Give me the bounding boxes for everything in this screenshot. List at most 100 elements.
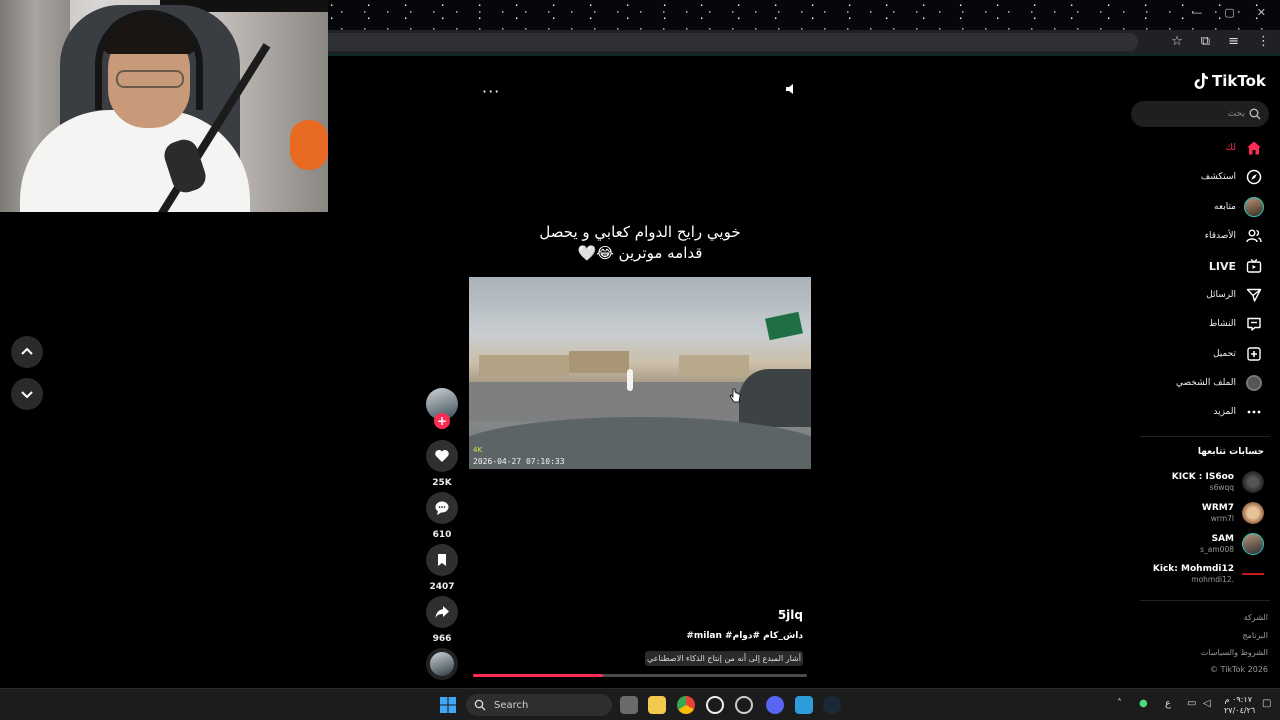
live-icon bbox=[1244, 256, 1264, 276]
sidebar-item-live[interactable]: LIVE bbox=[1209, 255, 1264, 277]
save-button[interactable] bbox=[426, 544, 458, 576]
sidebar-item-for-you[interactable]: لك bbox=[1226, 137, 1264, 159]
discord-icon[interactable] bbox=[766, 696, 784, 714]
video-progress-bar[interactable] bbox=[473, 674, 807, 677]
friends-icon bbox=[1244, 226, 1264, 246]
search-box bbox=[1131, 101, 1269, 127]
next-video-button[interactable] bbox=[11, 378, 43, 410]
follow-button[interactable]: + bbox=[434, 413, 450, 429]
account-handle: wrm7l bbox=[1210, 513, 1234, 523]
sidebar-item-upload[interactable]: تحميل bbox=[1213, 343, 1264, 365]
footer-link-company[interactable]: الشركة bbox=[1244, 613, 1268, 622]
share-icon bbox=[435, 606, 449, 618]
following-account[interactable]: KICK : IS6oo s6wqq bbox=[1172, 469, 1264, 495]
close-icon[interactable]: ✕ bbox=[1257, 6, 1266, 19]
chrome-icon[interactable] bbox=[677, 696, 695, 714]
more-options-button[interactable]: ··· bbox=[482, 82, 500, 101]
like-action: 25K bbox=[426, 440, 458, 488]
following-account[interactable]: Kick: Mohmdi12 mohmdi12. bbox=[1153, 561, 1264, 587]
avatar bbox=[1242, 471, 1264, 493]
caption-line-1: خويي رايح الدوام كعابي و يحصل bbox=[539, 223, 741, 241]
url-field[interactable] bbox=[328, 33, 1138, 51]
comment-action: 610 bbox=[426, 492, 458, 540]
sidebar-item-profile[interactable]: الملف الشخصي bbox=[1176, 372, 1264, 394]
app-icon[interactable] bbox=[706, 696, 724, 714]
previous-video-button[interactable] bbox=[11, 336, 43, 368]
clock-date: ٢٧/٠٤/٢٦ bbox=[1224, 706, 1256, 715]
account-names: Kick: Mohmdi12 mohmdi12. bbox=[1153, 564, 1234, 585]
maximize-icon[interactable]: ▢ bbox=[1224, 6, 1234, 19]
save-count: 2407 bbox=[429, 582, 455, 592]
video-caption: خويي رايح الدوام كعابي و يحصل قدامه موتر… bbox=[470, 222, 810, 264]
send-icon bbox=[1244, 285, 1264, 305]
volume-icon[interactable] bbox=[784, 82, 798, 96]
sidebar-item-following[interactable]: متابعه bbox=[1214, 196, 1264, 218]
network-icon[interactable]: ▭ bbox=[1187, 698, 1196, 709]
speaker-icon[interactable]: ◁ bbox=[1203, 698, 1211, 709]
extensions-icon[interactable]: ⧉ bbox=[1201, 34, 1210, 49]
browser-titlebar: — ▢ ✕ bbox=[328, 0, 1280, 30]
footer-link-terms[interactable]: الشروط والسياسات bbox=[1201, 648, 1268, 657]
sidebar-item-more[interactable]: المزيد bbox=[1213, 401, 1264, 423]
media-control-icon[interactable]: ≡ bbox=[1228, 34, 1239, 49]
sidebar-item-explore[interactable]: استكشف bbox=[1201, 166, 1264, 188]
sidebar-item-messages[interactable]: الرسائل bbox=[1206, 284, 1264, 306]
account-handle: s6wqq bbox=[1209, 482, 1234, 492]
comment-count: 610 bbox=[432, 530, 452, 540]
video-scene-building bbox=[479, 355, 569, 377]
video-scene-car bbox=[739, 369, 811, 427]
caption-line-2: قدامه موترين 😂🤍 bbox=[577, 244, 703, 262]
more-icon bbox=[1244, 402, 1264, 422]
share-button[interactable] bbox=[426, 596, 458, 628]
tiktok-note-icon bbox=[1194, 73, 1208, 89]
screen: — ▢ ✕ ☆ ⧉ ≡ ⋮ ··· خويي رايح الدوام كعابي… bbox=[0, 0, 1280, 720]
save-action: 2407 bbox=[426, 544, 458, 592]
like-button[interactable] bbox=[426, 440, 458, 472]
sidebar-item-activity[interactable]: النشاط bbox=[1209, 313, 1264, 335]
video-scene-pedestrian bbox=[627, 369, 633, 391]
clock-time: ٠٩:١٧ م bbox=[1224, 695, 1252, 704]
video-scene-building bbox=[569, 351, 629, 373]
system-clock[interactable]: ٠٩:١٧ م ٢٧/٠٤/٢٦ bbox=[1224, 694, 1256, 716]
sidebar-item-friends[interactable]: الأصدقاء bbox=[1205, 225, 1264, 247]
webcam-object bbox=[290, 120, 328, 170]
language-indicator[interactable]: ع bbox=[1165, 698, 1171, 709]
avatar bbox=[1242, 502, 1264, 524]
browser-menu-icon[interactable]: ⋮ bbox=[1257, 34, 1270, 49]
sidebar-item-label: الأصدقاء bbox=[1204, 231, 1236, 241]
video-hashtags[interactable]: #milan #داش_كام #دوام bbox=[560, 631, 803, 641]
following-avatar-icon bbox=[1244, 197, 1264, 217]
account-handle: s_am008 bbox=[1200, 544, 1234, 554]
notification-icon[interactable]: ▢ bbox=[1262, 698, 1271, 709]
share-action: 966 bbox=[426, 596, 458, 644]
tray-chevron-up-icon[interactable]: ˄ bbox=[1117, 698, 1122, 709]
search-icon[interactable] bbox=[1249, 108, 1261, 120]
file-explorer-icon[interactable] bbox=[648, 696, 666, 714]
windows-start-icon[interactable] bbox=[440, 697, 456, 713]
account-names: KICK : IS6oo s6wqq bbox=[1172, 472, 1234, 493]
microphone-icon[interactable]: ● bbox=[1139, 698, 1148, 709]
comment-button[interactable] bbox=[426, 492, 458, 524]
minimize-icon[interactable]: — bbox=[1191, 6, 1202, 19]
taskbar-search[interactable]: Search bbox=[466, 694, 612, 716]
sound-disc[interactable] bbox=[426, 648, 458, 680]
following-account[interactable]: SAM s_am008 bbox=[1200, 531, 1264, 557]
bookmark-star-icon[interactable]: ☆ bbox=[1171, 34, 1183, 49]
dashcam-timestamp: 2026-04-27 07:10:33 bbox=[473, 457, 565, 466]
sidebar-item-label: لك bbox=[1225, 143, 1236, 153]
webcam-glasses bbox=[116, 70, 184, 88]
app-icon[interactable] bbox=[735, 696, 753, 714]
chevron-up-icon bbox=[21, 347, 33, 355]
sidebar-item-label: الرسائل bbox=[1206, 290, 1236, 300]
video-player[interactable]: 4K 2026-04-27 07:10:33 bbox=[469, 277, 811, 469]
footer-link-program[interactable]: البرنامج bbox=[1242, 631, 1268, 640]
steam-icon[interactable] bbox=[823, 696, 841, 714]
following-account[interactable]: WRM7 wrm7l bbox=[1202, 500, 1264, 526]
app-icon[interactable] bbox=[795, 696, 813, 714]
video-author[interactable]: 5jlq bbox=[703, 608, 803, 622]
tiktok-logo[interactable]: TikTok bbox=[1193, 72, 1266, 90]
search-input[interactable] bbox=[1139, 105, 1245, 123]
task-view-icon[interactable] bbox=[620, 696, 638, 714]
sidebar-item-label: المزيد bbox=[1213, 407, 1236, 417]
heart-icon bbox=[435, 450, 449, 462]
